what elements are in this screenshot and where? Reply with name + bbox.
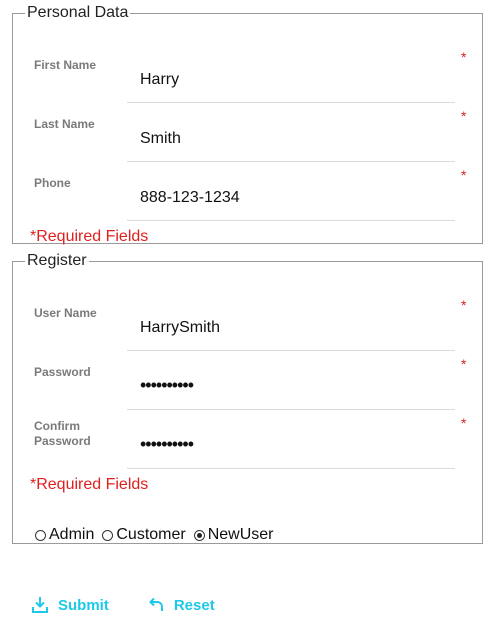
radio-admin[interactable] xyxy=(35,529,46,541)
form-actions: Submit Reset xyxy=(31,596,253,614)
password-label: Password xyxy=(34,365,91,379)
required-marker: * xyxy=(461,297,467,313)
role-option-admin[interactable]: Admin xyxy=(35,526,94,544)
confirm-password-label-line2: Password xyxy=(34,434,91,448)
role-radio-group: Admin Customer NewUser xyxy=(35,525,282,545)
role-label-newuser: NewUser xyxy=(207,526,274,543)
personal-data-legend: Personal Data xyxy=(27,4,129,21)
personal-data-fieldset: Personal Data First Name Harry * Last Na… xyxy=(12,4,483,245)
user-name-row: User Name HarrySmith * xyxy=(13,282,482,351)
confirm-password-row: Confirm Password •••••••••• * xyxy=(13,400,482,469)
last-name-field[interactable]: Smith xyxy=(140,130,181,148)
user-name-field[interactable]: HarrySmith xyxy=(140,319,220,337)
password-field[interactable]: •••••••••• xyxy=(140,376,194,394)
last-name-row: Last Name Smith * xyxy=(13,93,482,162)
required-marker: * xyxy=(461,49,467,65)
radio-newuser[interactable] xyxy=(193,529,205,541)
role-option-newuser[interactable]: NewUser xyxy=(193,526,274,544)
required-marker: * xyxy=(461,415,467,431)
register-fieldset: Register User Name HarrySmith * Password… xyxy=(12,252,483,544)
reset-label: Reset xyxy=(173,596,215,614)
confirm-password-label: Confirm Password xyxy=(34,419,91,449)
register-legend: Register xyxy=(27,252,87,269)
phone-label: Phone xyxy=(34,176,71,190)
role-label-admin: Admin xyxy=(49,526,95,543)
required-fields-note: *Required Fields xyxy=(30,476,149,493)
undo-arrow-icon xyxy=(148,597,163,611)
download-tray-icon xyxy=(32,597,48,613)
first-name-field[interactable]: Harry xyxy=(140,71,179,89)
password-row: Password •••••••••• * xyxy=(13,341,482,410)
confirm-password-label-line1: Confirm xyxy=(34,419,80,433)
required-fields-note: *Required Fields xyxy=(30,228,149,245)
submit-label: Submit xyxy=(58,596,109,614)
role-option-customer[interactable]: Customer xyxy=(102,526,186,544)
phone-field[interactable]: 888-123-1234 xyxy=(140,189,240,207)
confirm-password-underline xyxy=(127,468,455,469)
last-name-label: Last Name xyxy=(34,117,95,131)
phone-row: Phone 888-123-1234 * xyxy=(13,152,482,221)
reset-button[interactable]: Reset xyxy=(147,596,215,614)
required-marker: * xyxy=(461,356,467,372)
user-name-label: User Name xyxy=(34,306,97,320)
confirm-password-field[interactable]: •••••••••• xyxy=(140,435,194,453)
role-label-customer: Customer xyxy=(116,526,186,543)
required-marker: * xyxy=(461,108,467,124)
submit-button[interactable]: Submit xyxy=(31,596,109,614)
first-name-row: First Name Harry * xyxy=(13,34,482,103)
first-name-label: First Name xyxy=(34,58,97,72)
radio-customer[interactable] xyxy=(102,529,114,541)
required-marker: * xyxy=(461,167,467,183)
phone-underline xyxy=(127,220,455,221)
